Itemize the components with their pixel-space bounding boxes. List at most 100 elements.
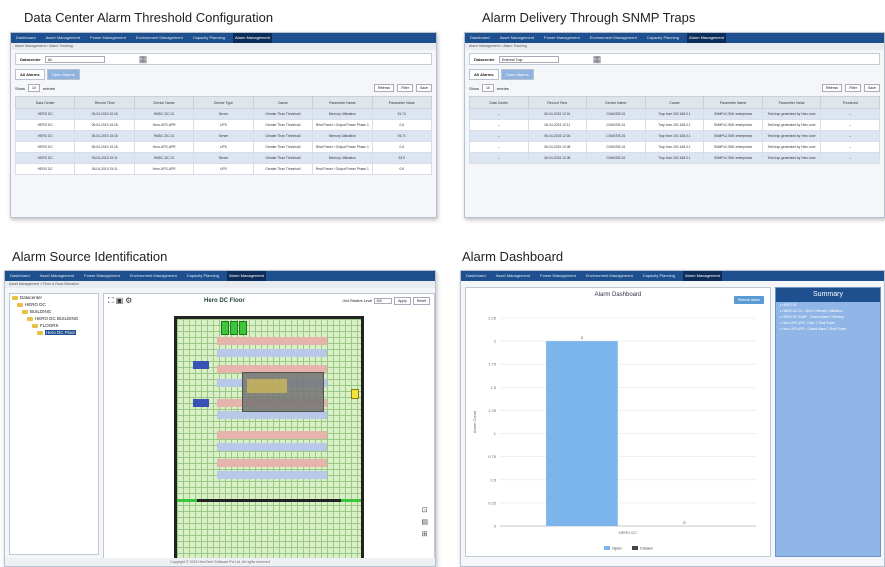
fit-icon[interactable]: ⛶ <box>108 296 114 306</box>
tab-all-alarms[interactable]: All Alarms <box>15 69 45 80</box>
datacenter-select[interactable]: All <box>44 55 105 63</box>
column-header[interactable]: Parameter Name <box>312 96 373 109</box>
nav-item-environment-management[interactable]: Environment Management <box>134 33 185 43</box>
table-row[interactable]: -- 06-04-2015 12:04 CHASSIS-01 Trap from 19… <box>469 130 880 142</box>
nav-item-environment-management[interactable]: Environment Management <box>128 271 179 281</box>
tree-node[interactable]: Hero DC Floor <box>10 329 98 336</box>
nav-item-alarm-management[interactable]: Alarm Management <box>227 271 266 281</box>
tab-all-alarms[interactable]: All Alarms <box>469 69 499 80</box>
rack-row[interactable] <box>217 471 327 479</box>
apply-button[interactable]: Apply <box>394 297 411 305</box>
column-header[interactable]: Device Name <box>133 96 195 109</box>
summary-item[interactable]: ▸ Hero-UPS-APR : Closed Alarm 1 Real Pow… <box>776 326 880 332</box>
nav-item-capacity-planning[interactable]: Capacity Planning <box>645 33 681 43</box>
column-header[interactable]: Threshold <box>820 96 880 109</box>
alarm-rack-green[interactable] <box>230 321 238 335</box>
table-row[interactable]: HERO DC 06-04-2015 15:11 Hero-UPS-APR UPS Gr… <box>14 163 433 175</box>
rack-row[interactable] <box>217 459 327 467</box>
grid-toggle-icon[interactable]: ⊞ <box>422 530 428 538</box>
expand-icon[interactable]: ⊡ <box>422 506 428 514</box>
table-row[interactable]: HERO DC 06-04-2015 15:18 Hero-UPS-APR UPS Gr… <box>14 119 433 131</box>
save-button[interactable]: Save <box>864 84 880 92</box>
column-header[interactable]: Device Type <box>193 96 254 109</box>
filter-button[interactable]: Filter <box>845 84 862 92</box>
grid-icon[interactable]: ▦ <box>593 54 602 65</box>
nav-item-asset-management[interactable]: Asset Management <box>494 271 532 281</box>
save-button[interactable]: Save <box>416 84 432 92</box>
column-header[interactable]: Data Center <box>14 96 76 109</box>
table-row[interactable]: HERO DC 06-04-2015 15:18 Hero-UPS-APR UPS Gr… <box>14 141 433 153</box>
table-row[interactable]: -- 06-04-2015 12:08 CHASSIS-01 Trap from 19… <box>469 141 880 153</box>
zoom-input[interactable]: 100 <box>374 298 393 304</box>
reset-button[interactable]: Reset <box>412 297 430 305</box>
nav-item-power-management[interactable]: Power Management <box>88 33 128 43</box>
layers-icon[interactable]: ▤ <box>421 518 428 526</box>
nav-item-dashboard[interactable]: Dashboard <box>14 33 38 43</box>
rack-row[interactable] <box>217 349 327 357</box>
column-header[interactable]: Device Name <box>586 96 646 109</box>
rack-row[interactable] <box>217 431 327 439</box>
save-icon[interactable]: ▣ <box>116 296 124 306</box>
filter-button[interactable]: Filter <box>397 84 414 92</box>
tree-node[interactable]: FLOORS <box>10 322 98 329</box>
nav-item-dashboard[interactable]: Dashboard <box>464 271 488 281</box>
grid-icon[interactable]: ▦ <box>139 54 148 65</box>
nav-item-power-management[interactable]: Power Management <box>538 271 578 281</box>
column-header[interactable]: Cause <box>644 96 705 109</box>
nav-item-capacity-planning[interactable]: Capacity Planning <box>191 33 227 43</box>
alarm-rack-green[interactable] <box>221 321 229 335</box>
nav-item-power-management[interactable]: Power Management <box>542 33 582 43</box>
tree-node[interactable]: HERO DC BUILDING <box>10 315 98 322</box>
table-cell: Trap from 192.168.0.1 <box>644 141 705 153</box>
nav-item-alarm-management[interactable]: Alarm Management <box>687 33 726 43</box>
table-row[interactable]: -- 06-04-2015 12:11 CHASSIS-01 Trap from 19… <box>469 119 880 131</box>
nav-item-environment-management[interactable]: Environment Management <box>584 271 635 281</box>
table-cell: 06-04-2015 15:11 <box>74 163 135 175</box>
tab-open-alarms[interactable]: Open Alarms <box>46 69 80 80</box>
nav-item-capacity-planning[interactable]: Capacity Planning <box>641 271 677 281</box>
rack-row[interactable] <box>217 411 327 419</box>
table-cell: 06-04-2015 15:11 <box>74 152 135 164</box>
tree-node[interactable]: Datacenter <box>10 294 98 301</box>
table-row[interactable]: -- 06-04-2015 12:08 CHASSIS-01 Trap from 19… <box>469 152 880 164</box>
column-header[interactable]: Record Time <box>74 96 135 109</box>
column-header[interactable]: Parameter Name <box>703 96 763 109</box>
column-header[interactable]: Data Center <box>469 96 529 109</box>
nav-item-dashboard[interactable]: Dashboard <box>468 33 492 43</box>
nav-item-alarm-management[interactable]: Alarm Management <box>683 271 722 281</box>
nav-item-power-management[interactable]: Power Management <box>82 271 122 281</box>
column-header[interactable]: Parameter Value <box>761 96 822 109</box>
device-marker[interactable] <box>193 361 209 369</box>
tab-open-alarms[interactable]: Open Alarms <box>500 69 534 80</box>
nav-item-environment-management[interactable]: Environment Management <box>588 33 639 43</box>
nav-item-capacity-planning[interactable]: Capacity Planning <box>185 271 221 281</box>
rack-row[interactable] <box>217 443 327 451</box>
table-cell: SNMPv2-SMI::enterprises <box>703 152 763 164</box>
page-size-select[interactable]: 10 <box>482 84 494 92</box>
table-row[interactable]: HERO DC 06-04-2015 15:18 HMDC-DC-01 Server G… <box>14 130 433 142</box>
alarm-warning-marker[interactable] <box>351 389 359 399</box>
table-row[interactable]: -- 06-04-2015 12:01 CHASSIS-01 Trap from 19… <box>469 108 880 120</box>
tree-node[interactable]: HERO DC <box>10 301 98 308</box>
page-size-select[interactable]: 10 <box>28 84 40 92</box>
nav-item-asset-management[interactable]: Asset Management <box>38 271 76 281</box>
nav-item-asset-management[interactable]: Asset Management <box>44 33 82 43</box>
nav-item-alarm-management[interactable]: Alarm Management <box>233 33 272 43</box>
datacenter-select[interactable]: External Trap <box>498 55 559 63</box>
device-marker[interactable] <box>193 399 209 407</box>
refresh-button[interactable]: Refresh <box>373 84 395 92</box>
floor-map[interactable] <box>174 316 364 561</box>
tree-node[interactable]: BUILDING <box>10 308 98 315</box>
column-header[interactable]: Record Time <box>527 96 588 109</box>
caption-snmp: Alarm Delivery Through SNMP Traps <box>482 10 696 25</box>
column-header[interactable]: Cause <box>252 96 314 109</box>
table-row[interactable]: HERO DC 06-04-2015 15:11 HMDC-DC-01 Server G… <box>14 152 433 164</box>
alarm-rack-green[interactable] <box>239 321 247 335</box>
table-row[interactable]: HERO DC 06-04-2015 15:18 HMDC-DC-01 Server G… <box>14 108 433 120</box>
nav-item-dashboard[interactable]: Dashboard <box>8 271 32 281</box>
column-header[interactable]: Parameter Value <box>371 96 433 109</box>
rack-row[interactable] <box>217 337 327 345</box>
refresh-button[interactable]: Refresh <box>821 84 843 92</box>
settings-icon[interactable]: ⚙ <box>125 296 132 306</box>
nav-item-asset-management[interactable]: Asset Management <box>498 33 536 43</box>
